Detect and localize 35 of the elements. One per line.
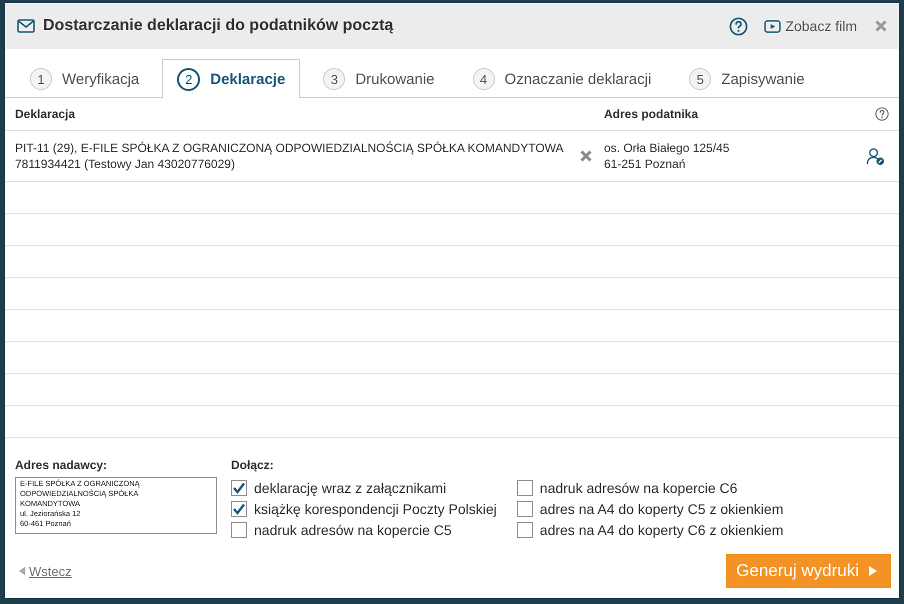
table-cell-text: os. Orła Białego 125/45 61-251 Poznań [604, 140, 730, 172]
sender-label: Adres nadawcy: [15, 458, 108, 472]
caret-icon [19, 566, 26, 576]
checkbox-label[interactable]: książkę korespondencji Poczty Polskiej [254, 500, 497, 516]
step-tab[interactable]: 3 Drukowanie [308, 59, 450, 98]
back-link[interactable]: Wstecz [19, 564, 72, 578]
remove-icon[interactable] [580, 150, 592, 162]
checkbox-label[interactable]: adres na A4 do koperty C5 z okienkiem [540, 500, 784, 516]
checkbox-label[interactable]: nadruk adresów na kopercie C6 [540, 480, 738, 496]
checkbox[interactable] [231, 480, 247, 496]
envelope-icon [17, 19, 35, 33]
step-tab[interactable]: 4 Oznaczanie deklaracji [458, 59, 666, 98]
column-header: Adres podatnika [604, 107, 700, 121]
step-tab[interactable]: 1 Weryfikacja [15, 59, 154, 98]
attach-label: Dołącz: [231, 458, 275, 472]
step-tab[interactable]: 2 Deklaracje [162, 59, 300, 98]
step-tab[interactable]: 5 Zapisywanie [674, 59, 820, 98]
checkbox[interactable] [516, 500, 533, 516]
checkbox-label[interactable]: deklarację wraz z załącznikami [254, 480, 446, 496]
column-header: Deklaracja [15, 107, 76, 121]
checkbox-label[interactable]: adres na A4 do koperty C6 z okienkiem [540, 522, 784, 538]
checkbox[interactable] [231, 522, 247, 538]
help-icon[interactable] [875, 107, 889, 121]
checkbox[interactable] [516, 522, 533, 538]
window-title: Dostarczanie deklaracji do podatników pocztą [43, 17, 394, 35]
user-edit-icon[interactable] [866, 146, 885, 166]
caret-icon [869, 566, 877, 576]
checkbox[interactable] [516, 480, 533, 496]
checkbox[interactable] [231, 500, 247, 516]
table-cell-text: PIT-11 (29), E-FILE SPÓŁKA Z OGRANICZONĄ ODPOWIEDZIALNOŚCIĄ SPÓŁKA KOMANDYTOWA 7811934421 (Testowy Jan 43020776029) [15, 140, 565, 172]
video-icon [764, 20, 782, 32]
video-link[interactable]: Zobacz film [764, 18, 857, 34]
close-icon[interactable] [875, 20, 887, 32]
checkbox-label[interactable]: nadruk adresów na kopercie C5 [254, 522, 452, 538]
help-icon[interactable] [729, 16, 748, 36]
